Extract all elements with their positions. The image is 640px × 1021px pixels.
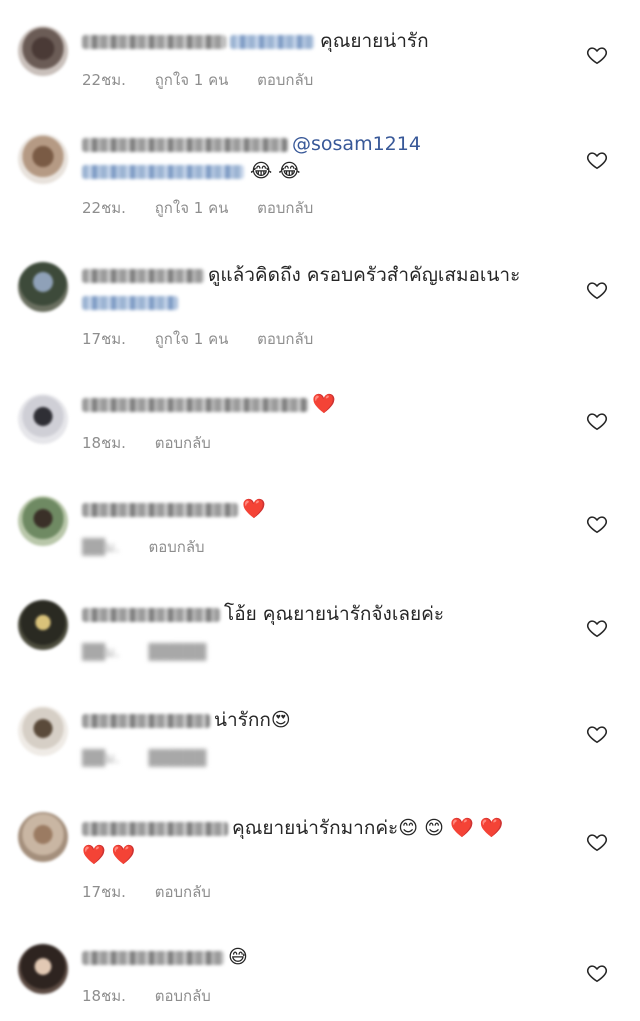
comment-text: 😅	[82, 944, 570, 971]
like-button[interactable]	[586, 149, 608, 171]
comment-meta: 18ชม. ตอบกลับ	[82, 431, 235, 455]
comment-meta: 17ชม. ตอบกลับ	[82, 880, 235, 904]
mention-link[interactable]: @sosam1214	[292, 133, 421, 155]
comment-time: 17ชม.	[82, 330, 126, 348]
comment-time: 17ชม.	[82, 883, 126, 901]
username-blurred[interactable]	[82, 950, 224, 965]
avatar[interactable]	[18, 944, 68, 994]
username-blurred[interactable]	[82, 397, 308, 412]
reply-button-blurred[interactable]: █████	[149, 749, 207, 767]
comment-time: 22ชม.	[82, 71, 126, 89]
like-button[interactable]	[586, 410, 608, 432]
comment-text: โอ้ย คุณยายน่ารักจังเลยค่ะ	[82, 601, 570, 628]
reply-button[interactable]: ตอบกลับ	[257, 71, 313, 89]
heart-outline-icon	[586, 516, 608, 534]
mention-blurred[interactable]	[82, 295, 178, 310]
comment-body: คุณยายน่ารัก	[320, 30, 429, 52]
avatar[interactable]	[18, 706, 68, 756]
heart-outline-icon	[586, 834, 608, 852]
reply-button[interactable]: ตอบกลับ	[155, 987, 211, 1005]
reply-button-blurred[interactable]: █████	[149, 643, 207, 661]
like-button[interactable]	[586, 617, 608, 639]
comment-text: คุณยายน่ารักมากค่ะ😊 😊 ❤️ ❤️ ❤️ ❤️	[82, 815, 570, 869]
avatar[interactable]	[18, 394, 68, 444]
heart-outline-icon	[586, 965, 608, 983]
emoji: 😊 😊 ❤️ ❤️	[398, 817, 504, 839]
comment-time: 18ชม.	[82, 434, 126, 452]
comment-body: โอ้ย คุณยายน่ารักจังเลยค่ะ	[224, 603, 445, 625]
mention-blurred[interactable]	[82, 164, 244, 179]
heart-outline-icon	[586, 726, 608, 744]
comment-meta: ██ม. ตอบกลับ	[82, 535, 229, 559]
mention-blurred[interactable]	[230, 34, 314, 49]
heart-outline-icon	[586, 152, 608, 170]
emoji: ❤️ ❤️	[82, 844, 136, 866]
comment-meta: 18ชม. ตอบกลับ	[82, 984, 235, 1008]
likes-count[interactable]: ถูกใจ 1 คน	[155, 71, 229, 89]
like-button[interactable]	[586, 831, 608, 853]
reply-button[interactable]: ตอบกลับ	[257, 199, 313, 217]
emoji: 😂 😂	[250, 160, 301, 182]
comment-meta: ██ม. █████	[82, 640, 230, 664]
reply-button[interactable]: ตอบกลับ	[257, 330, 313, 348]
username-blurred[interactable]	[82, 607, 220, 622]
reply-button[interactable]: ตอบกลับ	[155, 434, 211, 452]
emoji: ❤️	[312, 393, 336, 415]
comment-meta: 22ชม. ถูกใจ 1 คน ตอบกลับ	[82, 68, 337, 92]
avatar[interactable]	[18, 600, 68, 650]
heart-outline-icon	[586, 282, 608, 300]
comment-text: ❤️	[82, 496, 570, 523]
emoji: ❤️	[242, 498, 266, 520]
comment-text: น่ารักก😍	[82, 707, 570, 734]
comment-body: ดูแล้วคิดถึง ครอบครัวสำคัญเสมอเนาะ	[208, 264, 521, 286]
like-button[interactable]	[586, 279, 608, 301]
emoji: 😅	[228, 946, 248, 968]
username-blurred[interactable]	[82, 821, 228, 836]
heart-outline-icon	[586, 413, 608, 431]
heart-outline-icon	[586, 620, 608, 638]
username-blurred[interactable]	[82, 137, 288, 152]
comment-text: ดูแล้วคิดถึง ครอบครัวสำคัญเสมอเนาะ	[82, 262, 570, 316]
avatar[interactable]	[18, 134, 68, 184]
comment-time: 18ชม.	[82, 987, 126, 1005]
comment-time: 22ชม.	[82, 199, 126, 217]
likes-count[interactable]: ถูกใจ 1 คน	[155, 199, 229, 217]
comment-time-blurred: ██ม.	[82, 538, 120, 556]
comment-meta: 17ชม. ถูกใจ 1 คน ตอบกลับ	[82, 327, 337, 351]
username-blurred[interactable]	[82, 713, 210, 728]
reply-button[interactable]: ตอบกลับ	[149, 538, 205, 556]
comment-time-blurred: ██ม.	[82, 643, 120, 661]
comment-meta: 22ชม. ถูกใจ 1 คน ตอบกลับ	[82, 196, 337, 220]
username-blurred[interactable]	[82, 502, 238, 517]
like-button[interactable]	[586, 723, 608, 745]
comment-time-blurred: ██ม.	[82, 749, 120, 767]
like-button[interactable]	[586, 962, 608, 984]
username-blurred[interactable]	[82, 34, 226, 49]
comment-text: คุณยายน่ารัก	[82, 28, 570, 55]
avatar[interactable]	[18, 26, 68, 76]
likes-count[interactable]: ถูกใจ 1 คน	[155, 330, 229, 348]
emoji: 😍	[270, 709, 291, 731]
comment-body: น่ารักก	[214, 709, 271, 731]
comment-meta: ██ม. █████	[82, 746, 230, 770]
username-blurred[interactable]	[82, 268, 204, 283]
reply-button[interactable]: ตอบกลับ	[155, 883, 211, 901]
avatar[interactable]	[18, 496, 68, 546]
like-button[interactable]	[586, 44, 608, 66]
avatar[interactable]	[18, 262, 68, 312]
avatar[interactable]	[18, 812, 68, 862]
like-button[interactable]	[586, 513, 608, 535]
comment-text: @sosam1214 😂 😂	[82, 131, 570, 185]
heart-outline-icon	[586, 47, 608, 65]
comment-text: ❤️	[82, 391, 570, 418]
comment-body: คุณยายน่ารักมากค่ะ	[232, 817, 399, 839]
